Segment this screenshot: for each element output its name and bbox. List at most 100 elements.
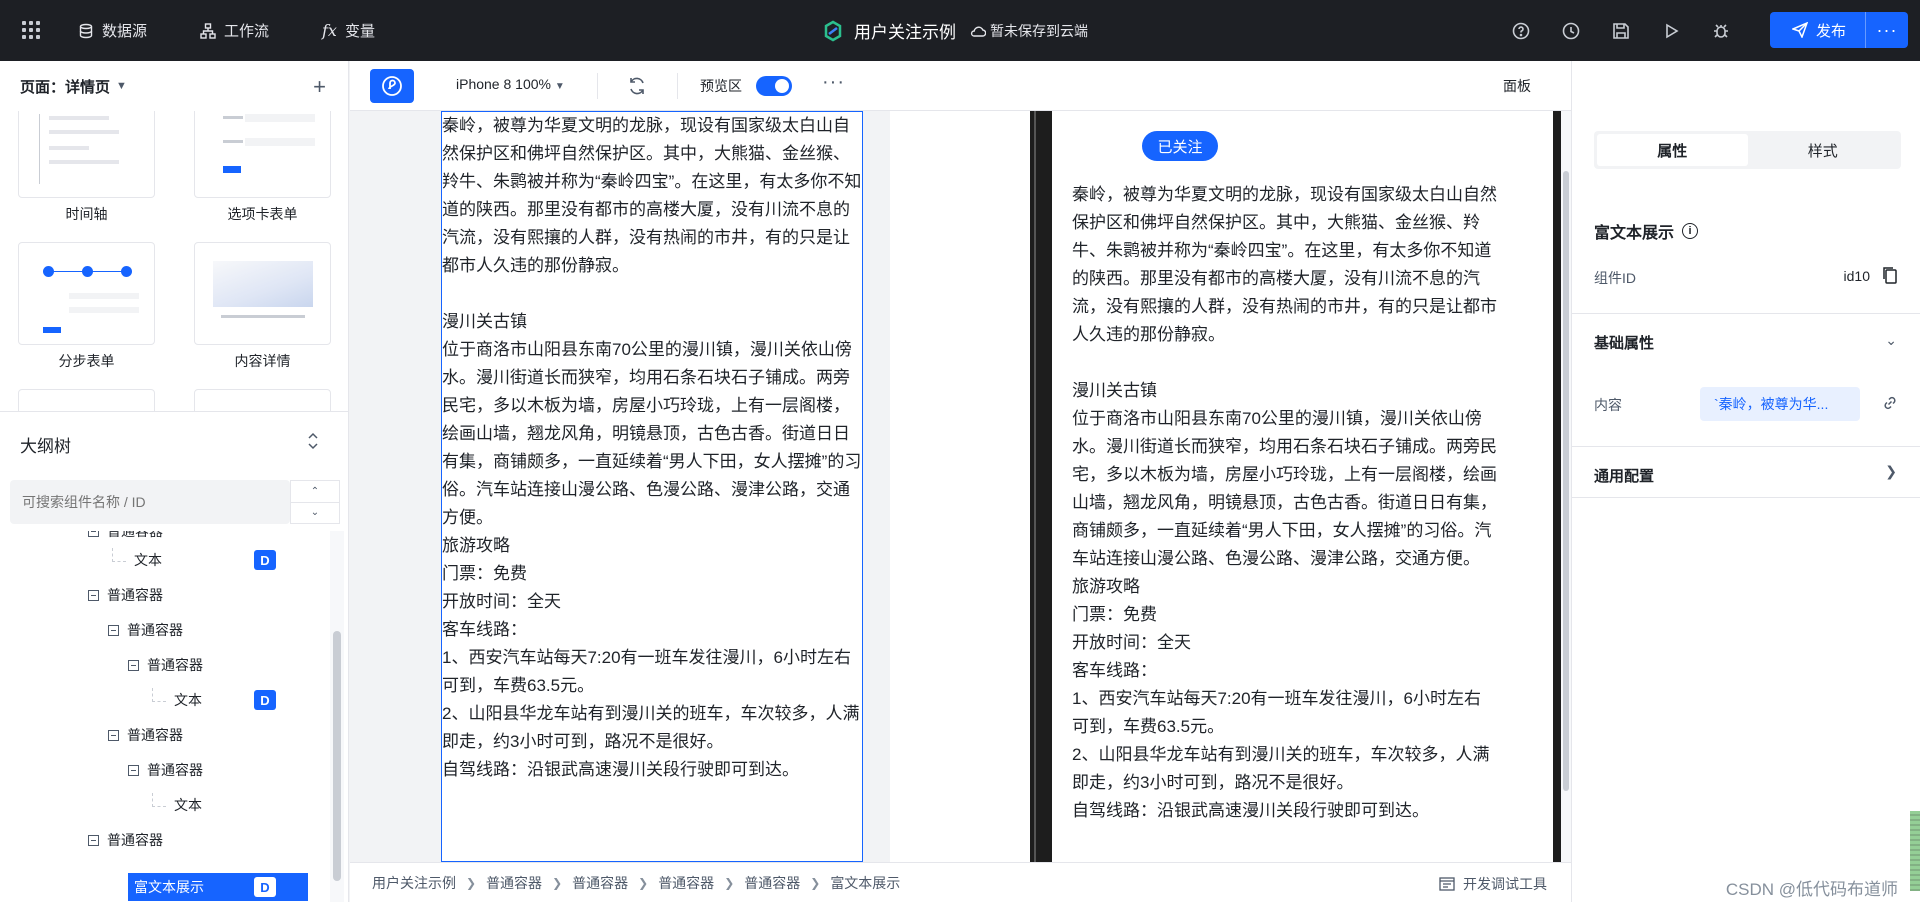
rich-text-editor-frame[interactable]: 秦岭，被尊为华夏文明的龙脉，现设有国家级太白山自然保护区和佛坪自然保护区。其中，… [441, 111, 863, 862]
component-label: 选项卡表单 [227, 206, 298, 222]
tree-node-label: 普通容器 [127, 727, 183, 743]
tree-node[interactable]: 文本 [152, 686, 202, 714]
tree-node[interactable]: 普通容器 [108, 616, 183, 644]
save-state: 暂未保存到云端 [970, 21, 1088, 41]
chevron-down-icon: ⌄ [1885, 332, 1897, 348]
component-id-value: id10 [1843, 268, 1870, 284]
app-title-area: 用户关注示例 暂未保存到云端 [822, 0, 1088, 61]
save-state-text: 暂未保存到云端 [990, 22, 1088, 39]
component-grid: 时间轴 选项卡表单 分步表单 内容详情 [0, 111, 349, 411]
refresh-icon[interactable] [627, 76, 647, 99]
history-icon[interactable] [1562, 22, 1580, 40]
publish-more-button[interactable]: ··· [1866, 20, 1908, 41]
page-label: 页面：详情页 [20, 78, 111, 96]
more-options-icon[interactable]: ··· [822, 71, 845, 94]
terminal-icon [1439, 877, 1455, 891]
tree-node[interactable]: 普通容器 [128, 756, 203, 784]
tree-node[interactable]: 普通容器 [108, 721, 183, 749]
device-label: iPhone 8 100% [456, 76, 551, 92]
tree-node[interactable]: 普通容器 [128, 651, 203, 679]
tree-scrollbar[interactable] [330, 531, 344, 902]
breadcrumb-item[interactable]: 用户关注示例 [372, 873, 456, 893]
breadcrumb-item[interactable]: 普通容器 [658, 873, 714, 893]
info-icon[interactable]: i [1682, 223, 1699, 239]
collapse-icon[interactable] [108, 624, 119, 636]
collapse-icon[interactable] [88, 531, 99, 537]
component-thumbnail [18, 242, 155, 345]
general-config-section[interactable]: 通用配置 ❯ [1572, 446, 1920, 498]
followed-button[interactable]: 已关注 [1142, 131, 1218, 161]
workflow-icon [200, 22, 216, 39]
preview-label: 预览区 [700, 78, 742, 94]
breadcrumb-item[interactable]: 普通容器 [572, 873, 628, 893]
expand-collapse-icon[interactable] [307, 432, 319, 453]
tree-node-selected[interactable]: 富文本展示 [128, 873, 308, 901]
search-prev-icon[interactable]: ⌃ [291, 481, 339, 503]
device-selector[interactable]: iPhone 8 100% ▼ [456, 76, 565, 92]
component-content-detail[interactable]: 内容详情 [194, 242, 331, 371]
app-grid-icon[interactable] [22, 21, 40, 39]
component-label: 内容详情 [234, 353, 291, 369]
canvas-scrollbar[interactable] [1561, 111, 1571, 862]
tree-node[interactable]: 普通容器 [88, 581, 163, 609]
breadcrumb-item[interactable]: 普通容器 [486, 873, 542, 893]
menu-workflow-label: 工作流 [224, 23, 270, 40]
menu-variable-label: 变量 [344, 23, 375, 40]
component-timeline[interactable]: 时间轴 [18, 111, 155, 224]
component-step-form[interactable]: 分步表单 [18, 242, 155, 371]
link-icon[interactable] [1882, 395, 1898, 414]
component-more-2[interactable] [194, 389, 331, 411]
tab-style[interactable]: 样式 [1748, 134, 1899, 166]
outline-search-input[interactable] [10, 480, 290, 524]
menu-variable[interactable]: fx 变量 [322, 0, 375, 61]
help-icon[interactable] [1512, 22, 1530, 40]
menu-workflow[interactable]: 工作流 [200, 0, 269, 61]
preview-toggle[interactable] [756, 76, 792, 96]
play-icon[interactable] [1662, 22, 1680, 40]
add-page-icon[interactable]: + [313, 74, 326, 100]
basic-properties-section[interactable]: 基础属性 ⌄ [1572, 313, 1920, 365]
data-bind-badge: D [254, 550, 276, 570]
database-icon [79, 23, 93, 38]
tree-node[interactable]: 文本 [152, 791, 202, 819]
tree-node[interactable]: 普通容器 [88, 531, 163, 545]
panel-button[interactable]: 面板 [1503, 76, 1531, 96]
collapse-icon[interactable] [88, 834, 99, 846]
collapse-icon[interactable] [108, 729, 119, 741]
canvas-area: 秦岭，被尊为华夏文明的龙脉，现设有国家级太白山自然保护区和佛坪自然保护区。其中，… [350, 111, 1571, 862]
chevron-right-icon: ❯ [1885, 463, 1897, 479]
outline-mode-button[interactable] [370, 69, 414, 103]
rich-text-content[interactable]: 秦岭，被尊为华夏文明的龙脉，现设有国家级太白山自然保护区和佛坪自然保护区。其中，… [442, 112, 862, 784]
page-selector[interactable]: 页面：详情页 ▼ + [0, 61, 348, 111]
property-tabs: 属性 样式 [1594, 131, 1901, 169]
breadcrumb-item[interactable]: 普通容器 [744, 873, 800, 893]
collapse-icon[interactable] [128, 764, 139, 776]
publish-main[interactable]: 发布 [1770, 12, 1866, 48]
chevron-right-icon: ❯ [466, 875, 477, 890]
debug-icon[interactable] [1712, 22, 1730, 40]
content-binding-field[interactable]: `秦岭，被尊为华... [1700, 387, 1860, 421]
menu-datasource[interactable]: 数据源 [78, 0, 147, 61]
data-bind-badge: D [254, 877, 276, 897]
side-indicator [1910, 811, 1920, 891]
dev-tools-button[interactable]: 开发调试工具 [1439, 874, 1547, 894]
chevron-down-icon: ▼ [116, 80, 127, 92]
publish-button[interactable]: 发布 ··· [1770, 12, 1908, 48]
breadcrumb-item[interactable]: 富文本展示 [830, 873, 900, 893]
component-more-1[interactable] [18, 389, 155, 411]
tab-properties[interactable]: 属性 [1597, 134, 1748, 166]
search-next-icon[interactable]: ⌄ [291, 503, 339, 524]
save-icon[interactable] [1612, 22, 1630, 40]
tree-node-label: 富文本展示 [134, 879, 204, 895]
component-title: 富文本展示 i [1594, 219, 1699, 243]
collapse-icon[interactable] [128, 659, 139, 671]
section-title: 通用配置 [1594, 468, 1655, 485]
tree-node[interactable]: 文本 [112, 546, 162, 574]
tree-node[interactable]: 普通容器 [88, 826, 163, 854]
chevron-right-icon: ❯ [638, 875, 649, 890]
collapse-icon[interactable] [88, 589, 99, 601]
copy-icon[interactable] [1882, 266, 1898, 287]
component-tab-form[interactable]: 选项卡表单 [194, 111, 331, 224]
outline-title: 大纲树 [20, 437, 71, 456]
component-thumbnail [18, 389, 155, 411]
